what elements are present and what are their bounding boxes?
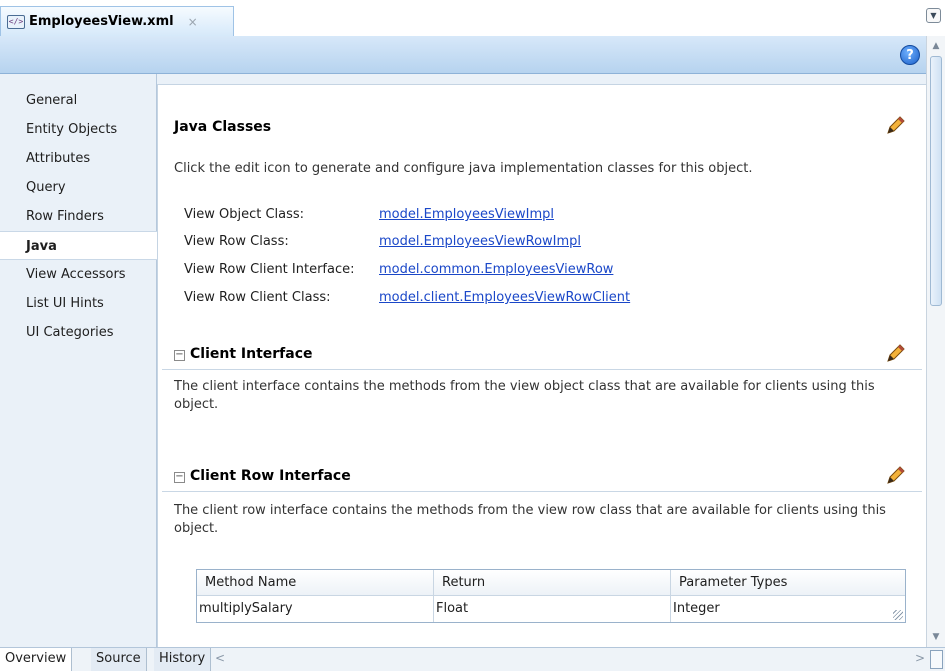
editor-tab-bar: </> EmployeesView.xml × ▼ (0, 0, 945, 36)
java-class-row: View Object Class: model.EmployeesViewImp… (184, 207, 554, 222)
scrollbar-thumb[interactable] (930, 56, 942, 306)
nav-item-entity-objects[interactable]: Entity Objects (0, 115, 156, 144)
java-class-row: View Row Client Class: model.client.Emplo… (184, 290, 630, 305)
overview-nav: General Entity Objects Attributes Query … (0, 74, 157, 647)
overview-header: ? (0, 36, 926, 74)
nav-item-view-accessors[interactable]: View Accessors (0, 260, 156, 289)
tab-source[interactable]: Source (91, 648, 147, 671)
view-row-class-link[interactable]: model.EmployeesViewRowImpl (379, 234, 581, 249)
nav-item-attributes[interactable]: Attributes (0, 144, 156, 173)
table-row[interactable]: multiplySalary Float Integer (197, 596, 905, 622)
table-header: Method Name Return Parameter Types (197, 570, 905, 596)
nav-item-general[interactable]: General (0, 86, 156, 115)
view-object-class-link[interactable]: model.EmployeesViewImpl (379, 207, 554, 222)
section-divider (162, 491, 922, 492)
scroll-up-icon[interactable]: ▲ (930, 40, 942, 52)
return-cell: Float (434, 596, 671, 622)
vertical-scrollbar[interactable]: ▲ ▼ (926, 36, 945, 647)
java-classes-title: Java Classes (174, 119, 272, 135)
view-object-class-label: View Object Class: (184, 207, 305, 222)
column-header-method-name[interactable]: Method Name (197, 570, 434, 595)
close-icon[interactable]: × (188, 15, 198, 29)
main-panel: Java Classes Click the edit icon to gene… (157, 74, 926, 647)
tab-overview[interactable]: Overview (0, 648, 73, 671)
nav-item-list-ui-hints[interactable]: List UI Hints (0, 289, 156, 318)
nav-item-row-finders[interactable]: Row Finders (0, 202, 156, 231)
nav-item-query[interactable]: Query (0, 173, 156, 202)
parameter-types-cell: Integer (673, 601, 720, 616)
scroll-down-icon[interactable]: ▼ (930, 631, 942, 643)
client-row-interface-header[interactable]: − Client Row Interface (174, 468, 351, 484)
java-page: Java Classes Click the edit icon to gene… (157, 84, 926, 647)
java-class-row: View Row Class: model.EmployeesViewRowImp… (184, 234, 581, 249)
view-row-client-class-link[interactable]: model.client.EmployeesViewRowClient (379, 290, 630, 305)
client-interface-header[interactable]: − Client Interface (174, 346, 313, 362)
java-class-row: View Row Client Interface: model.common.E… (184, 262, 613, 277)
view-row-client-interface-link[interactable]: model.common.EmployeesViewRow (379, 262, 613, 277)
nav-item-ui-categories[interactable]: UI Categories (0, 318, 156, 347)
xml-file-icon: </> (7, 14, 25, 29)
collapse-icon[interactable]: − (174, 349, 185, 361)
method-name-cell: multiplySalary (197, 596, 434, 622)
edit-java-classes-pencil-icon[interactable] (884, 115, 906, 137)
edit-client-row-interface-pencil-icon[interactable] (884, 465, 906, 487)
column-header-return[interactable]: Return (434, 570, 671, 595)
edit-client-interface-pencil-icon[interactable] (884, 343, 906, 365)
scroll-left-icon[interactable]: < (215, 651, 225, 665)
client-interface-description: The client interface contains the method… (174, 379, 875, 412)
help-icon[interactable]: ? (900, 45, 920, 65)
split-handle[interactable] (930, 650, 943, 669)
horizontal-scrollbar[interactable]: < > (215, 651, 925, 667)
editor-bottom-tabs: Overview Source History < > (0, 647, 945, 671)
scroll-right-icon[interactable]: > (915, 651, 925, 665)
editor-tab-employeesview[interactable]: </> EmployeesView.xml × (0, 6, 234, 36)
java-classes-description: Click the edit icon to generate and conf… (174, 161, 753, 176)
column-header-parameter-types[interactable]: Parameter Types (671, 570, 905, 595)
nav-item-java[interactable]: Java (0, 231, 157, 260)
tab-list-dropdown-icon[interactable]: ▼ (926, 8, 941, 23)
client-row-methods-table: Method Name Return Parameter Types multi… (196, 569, 906, 623)
view-row-class-label: View Row Class: (184, 234, 289, 249)
resize-grip-icon[interactable] (893, 610, 903, 620)
editor-tab-title: EmployeesView.xml (29, 14, 174, 29)
tab-history[interactable]: History (154, 648, 212, 671)
client-interface-title: Client Interface (190, 346, 313, 362)
view-row-client-interface-label: View Row Client Interface: (184, 262, 355, 277)
client-row-interface-title: Client Row Interface (190, 468, 351, 484)
section-divider (162, 369, 922, 370)
client-row-interface-description: The client row interface contains the me… (174, 503, 886, 536)
view-row-client-class-label: View Row Client Class: (184, 290, 331, 305)
collapse-icon[interactable]: − (174, 471, 185, 483)
